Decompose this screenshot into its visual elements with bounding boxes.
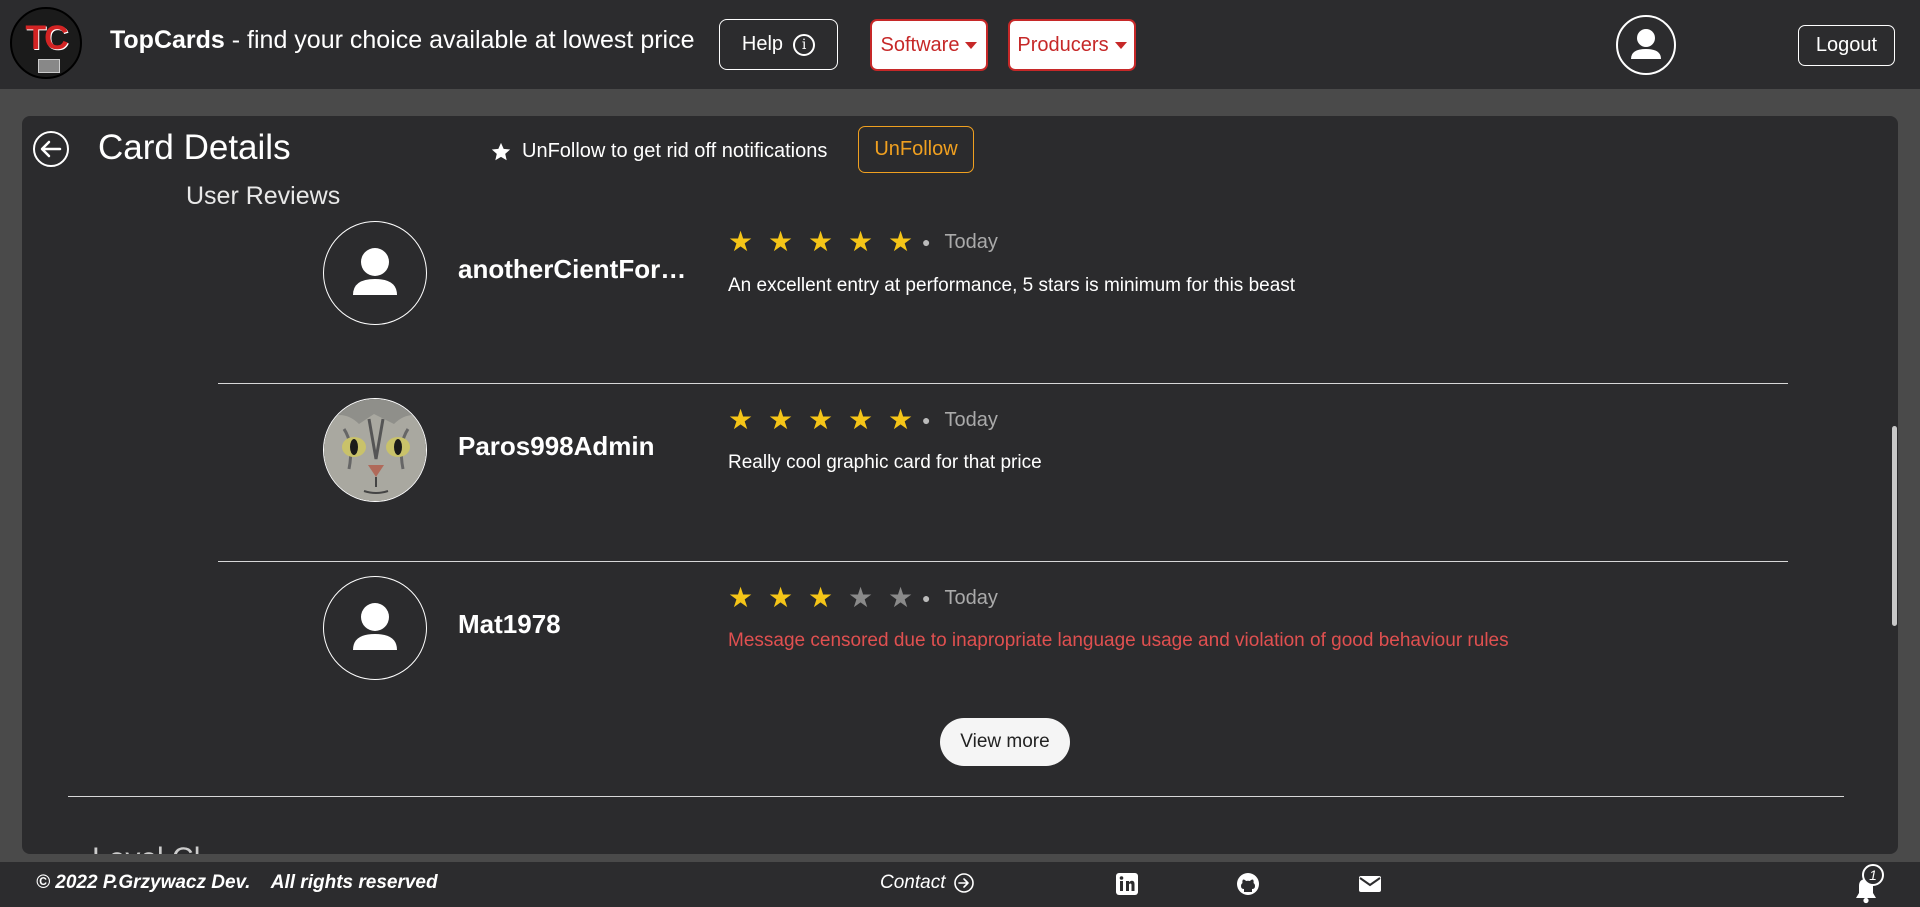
review-date: Today xyxy=(944,586,998,609)
star-filled-icon: ★ xyxy=(848,226,874,257)
star-filled-icon: ★ xyxy=(808,226,834,257)
cat-photo-avatar xyxy=(324,399,426,501)
star-filled-icon: ★ xyxy=(728,226,754,257)
star-filled-icon: ★ xyxy=(808,404,834,435)
unfollow-button[interactable]: UnFollow xyxy=(858,126,974,173)
star-filled-icon: ★ xyxy=(768,582,794,613)
follow-note: UnFollow to get rid off notifications xyxy=(490,140,827,163)
reviewer-avatar xyxy=(323,398,427,502)
caret-down-icon xyxy=(965,41,978,49)
star-filled-icon: ★ xyxy=(768,404,794,435)
user-icon xyxy=(1631,29,1661,59)
github-icon[interactable] xyxy=(1236,872,1260,896)
star-icon xyxy=(491,142,511,160)
separator-dot: ● xyxy=(922,590,931,606)
star-empty-icon: ★ xyxy=(848,582,874,613)
brand-heading: TopCards - find your choice available at… xyxy=(110,26,695,55)
software-dropdown[interactable]: Software xyxy=(870,19,988,71)
rating-stars: ★ ★ ★ ★ ★ ● Today xyxy=(728,584,998,612)
producers-dropdown[interactable]: Producers xyxy=(1008,19,1136,71)
star-filled-icon: ★ xyxy=(728,582,754,613)
star-filled-icon: ★ xyxy=(808,582,834,613)
review-date: Today xyxy=(944,230,998,253)
reviewer-name[interactable]: Mat1978 xyxy=(458,609,561,640)
reviewer-name[interactable]: anotherCientForR... xyxy=(458,254,693,285)
info-icon: i xyxy=(793,33,816,56)
card-details-panel: Card Details UnFollow to get rid off not… xyxy=(22,116,1898,854)
default-user-icon xyxy=(353,248,397,295)
review-text: Really cool graphic card for that price xyxy=(728,452,1042,473)
reviewer-avatar xyxy=(323,576,427,680)
review-item: anotherCientForR... ★ ★ ★ ★ ★ ● Today An… xyxy=(218,206,1788,384)
help-label: Help xyxy=(741,33,784,55)
brand-tagline: - find your choice available at lowest p… xyxy=(231,26,695,54)
back-arrow-icon[interactable] xyxy=(32,130,70,168)
arrow-right-circle-icon xyxy=(954,873,975,893)
producers-label: Producers xyxy=(1017,33,1109,56)
view-more-button[interactable]: View more xyxy=(940,718,1070,766)
rating-stars: ★ ★ ★ ★ ★ ● Today xyxy=(728,406,998,434)
contact-label: Contact xyxy=(880,872,946,893)
next-section-title-partial: Level Cl... xyxy=(92,842,225,854)
rating-stars: ★ ★ ★ ★ ★ ● Today xyxy=(728,228,998,256)
logout-button[interactable]: Logout xyxy=(1798,25,1895,66)
logo-card-graphic xyxy=(38,59,60,73)
software-label: Software xyxy=(880,33,960,56)
page-title: Card Details xyxy=(98,128,291,167)
mail-icon[interactable] xyxy=(1358,872,1382,896)
star-filled-icon: ★ xyxy=(728,404,754,435)
star-filled-icon: ★ xyxy=(768,226,794,257)
top-navbar: TC TopCards - find your choice available… xyxy=(0,0,1920,89)
footer: © 2022 P.Grzywacz Dev. All rights reserv… xyxy=(0,862,1920,907)
section-divider xyxy=(68,796,1844,797)
review-text: An excellent entry at performance, 5 sta… xyxy=(728,275,1296,296)
topcards-logo[interactable]: TC xyxy=(10,7,82,79)
review-date: Today xyxy=(944,408,998,431)
help-button[interactable]: Help i xyxy=(719,19,838,70)
page-scrollbar-thumb[interactable] xyxy=(1892,426,1897,626)
separator-dot: ● xyxy=(922,412,931,428)
notification-count-badge: 1 xyxy=(1862,864,1884,886)
default-user-icon xyxy=(353,603,397,650)
separator-dot: ● xyxy=(922,234,931,250)
linkedin-icon[interactable] xyxy=(1115,872,1139,896)
review-item: Paros998Admin ★ ★ ★ ★ ★ ● Today Really c… xyxy=(218,384,1788,562)
reviewer-name[interactable]: Paros998Admin xyxy=(458,431,655,462)
user-profile-button[interactable] xyxy=(1616,15,1676,75)
brand-name: TopCards xyxy=(110,26,225,54)
star-filled-icon: ★ xyxy=(848,404,874,435)
follow-note-text: UnFollow to get rid off notifications xyxy=(522,140,828,162)
logo-text: TC xyxy=(25,19,68,57)
contact-link[interactable]: Contact xyxy=(880,872,975,894)
reviewer-avatar xyxy=(323,221,427,325)
review-item: Mat1978 ★ ★ ★ ★ ★ ● Today Message censor… xyxy=(218,562,1788,740)
copyright-text: © 2022 P.Grzywacz Dev. All rights reserv… xyxy=(36,872,438,893)
caret-down-icon xyxy=(1114,41,1127,49)
notifications-button[interactable]: 1 xyxy=(1846,864,1886,906)
review-text-censored: Message censored due to inapropriate lan… xyxy=(728,630,1509,651)
